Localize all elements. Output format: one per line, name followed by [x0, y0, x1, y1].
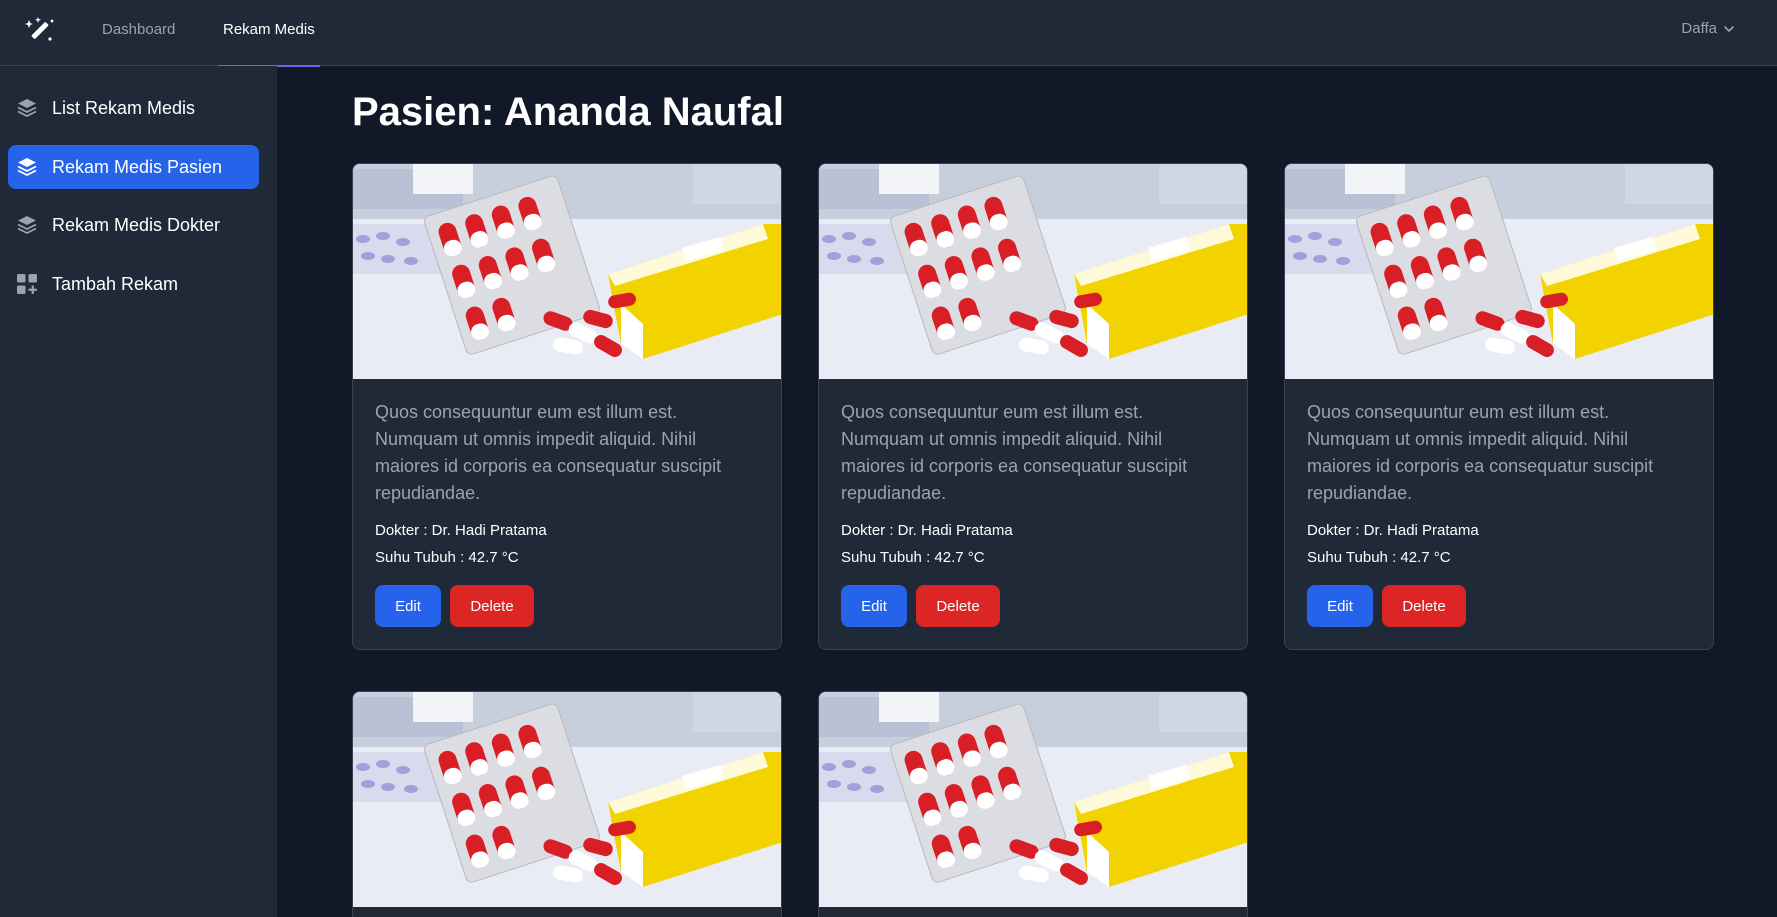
card-description: Quos consequuntur eum est illum est. Num… — [1307, 402, 1654, 503]
user-name: Daffa — [1681, 20, 1717, 37]
nav-link-dashboard[interactable]: Dashboard — [102, 0, 175, 66]
card-temperature: Suhu Tubuh : 42.7 °C — [1307, 549, 1451, 566]
sidebar: List Rekam Medis Rekam Medis Pasien Reka… — [0, 66, 277, 917]
sidebar-item-label: Rekam Medis Pasien — [52, 156, 223, 177]
sidebar-item-label: Tambah Rekam — [52, 273, 179, 294]
medicine-image — [819, 692, 1247, 907]
card-description: Quos consequuntur eum est illum est. Num… — [841, 402, 1188, 503]
edit-button[interactable]: Edit — [1307, 585, 1373, 627]
top-navbar: Dashboard Rekam Medis Daffa — [0, 0, 1777, 67]
sidebar-item-rekam-medis-dokter[interactable]: Rekam Medis Dokter — [8, 203, 259, 247]
grid-plus-icon — [16, 273, 38, 295]
chevron-down-icon — [1724, 26, 1734, 32]
sidebar-item-label: List Rekam Medis — [52, 97, 196, 118]
delete-button[interactable]: Delete — [916, 585, 1000, 627]
edit-button[interactable]: Edit — [841, 585, 907, 627]
page-title: Pasien: Ananda Naufal — [352, 90, 784, 134]
card-temperature: Suhu Tubuh : 42.7 °C — [375, 549, 519, 566]
medicine-image — [353, 164, 781, 379]
layers-icon — [16, 214, 38, 236]
user-menu[interactable]: Daffa — [1681, 0, 1735, 58]
layers-icon — [16, 97, 38, 119]
medical-record-card: Quos consequuntur eum est illum est. Num… — [352, 163, 782, 650]
nav-link-rekam-medis[interactable]: Rekam Medis — [218, 0, 320, 67]
card-temperature: Suhu Tubuh : 42.7 °C — [841, 549, 985, 566]
card-description: Quos consequuntur eum est illum est. Num… — [375, 402, 722, 503]
sidebar-item-rekam-medis-pasien[interactable]: Rekam Medis Pasien — [8, 145, 259, 189]
card-doctor: Dokter : Dr. Hadi Pratama — [841, 522, 1013, 539]
medicine-image — [353, 692, 781, 907]
card-doctor: Dokter : Dr. Hadi Pratama — [1307, 522, 1479, 539]
medical-record-card — [818, 691, 1248, 917]
magic-wand-logo-icon[interactable] — [24, 15, 56, 47]
sidebar-item-label: Rekam Medis Dokter — [52, 214, 221, 235]
medical-record-card: Quos consequuntur eum est illum est. Num… — [818, 163, 1248, 650]
layers-icon — [16, 156, 38, 178]
delete-button[interactable]: Delete — [450, 585, 534, 627]
medical-record-card: Quos consequuntur eum est illum est. Num… — [1284, 163, 1714, 650]
medicine-image — [1285, 164, 1713, 379]
medical-record-card — [352, 691, 782, 917]
delete-button[interactable]: Delete — [1382, 585, 1466, 627]
medicine-image — [819, 164, 1247, 379]
sidebar-item-tambah-rekam[interactable]: Tambah Rekam — [8, 262, 259, 306]
sidebar-item-list-rekam-medis[interactable]: List Rekam Medis — [8, 86, 259, 130]
edit-button[interactable]: Edit — [375, 585, 441, 627]
card-doctor: Dokter : Dr. Hadi Pratama — [375, 522, 547, 539]
